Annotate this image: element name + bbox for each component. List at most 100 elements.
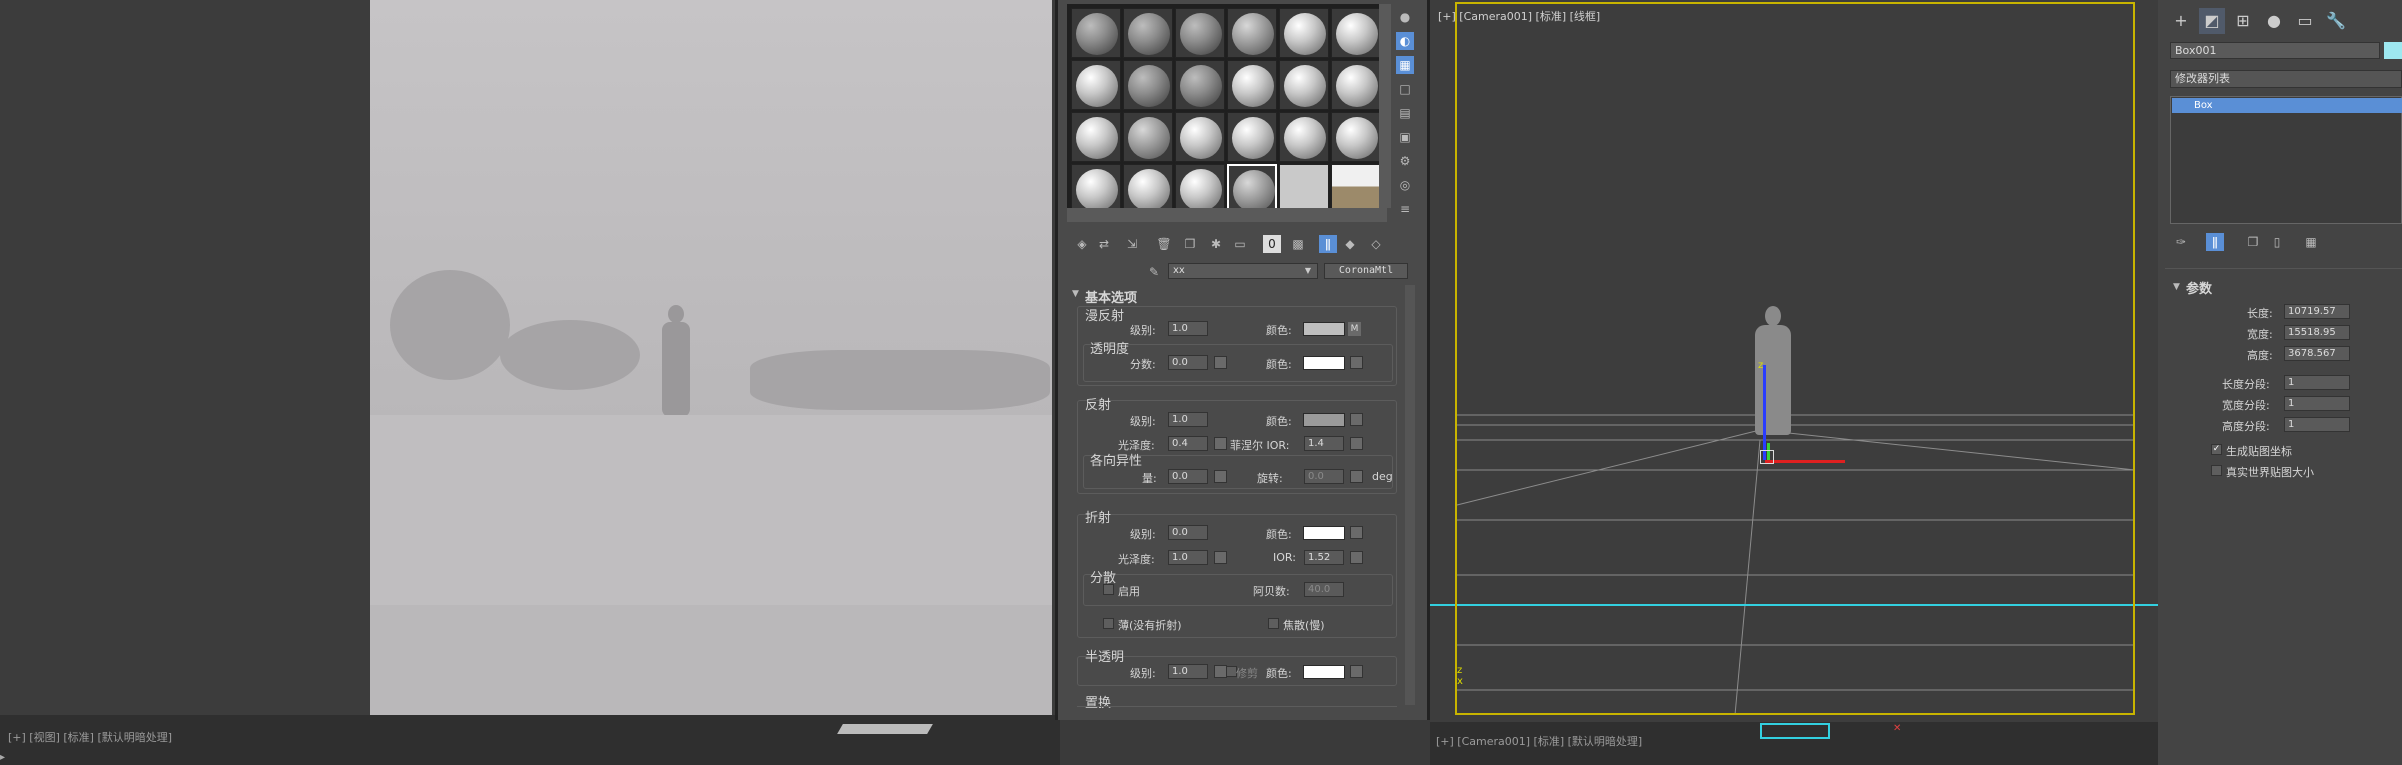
- get-material-icon[interactable]: ◈: [1073, 235, 1091, 253]
- height-spinner[interactable]: 3678.567: [2284, 346, 2350, 361]
- put-to-library-icon[interactable]: ▭: [1231, 235, 1249, 253]
- sample-slot[interactable]: [1331, 8, 1381, 58]
- material-type-button[interactable]: CoronaMtl: [1324, 263, 1408, 279]
- mini-viewport-thumb[interactable]: [1760, 723, 1830, 739]
- sample-slot[interactable]: [1227, 112, 1277, 162]
- refl-level-spinner[interactable]: 1.0: [1168, 412, 1208, 427]
- enable-dispersion-checkbox[interactable]: [1103, 584, 1114, 595]
- sample-slot[interactable]: [1227, 8, 1277, 58]
- create-tab-icon[interactable]: +: [2168, 8, 2194, 34]
- slot-scrollbar-v[interactable]: [1379, 4, 1391, 208]
- sample-slot[interactable]: [1175, 8, 1225, 58]
- sample-slot[interactable]: [1175, 60, 1225, 110]
- refr-color-swatch[interactable]: [1303, 526, 1345, 540]
- make-unique-icon[interactable]: ✱: [1207, 235, 1225, 253]
- make-preview-icon[interactable]: ▣: [1396, 128, 1414, 146]
- material-navigator-icon[interactable]: ≡: [1396, 200, 1414, 218]
- stack-item-box[interactable]: Box: [2172, 98, 2402, 113]
- show-shaded-icon[interactable]: ▩: [1289, 235, 1307, 253]
- pin-stack-icon[interactable]: ✑: [2172, 233, 2190, 251]
- refr-level-spinner[interactable]: 0.0: [1168, 525, 1208, 540]
- abbe-spinner[interactable]: 40.0: [1304, 582, 1344, 597]
- sample-slot[interactable]: [1123, 112, 1173, 162]
- diffuse-color-swatch[interactable]: [1303, 322, 1345, 336]
- background-icon[interactable]: ▦: [1396, 56, 1414, 74]
- object-name-field[interactable]: Box001: [2170, 42, 2380, 59]
- gen-map-coords-checkbox[interactable]: ✓: [2211, 444, 2222, 455]
- collapse-arrow-icon[interactable]: ▼: [1072, 289, 1079, 299]
- sample-slot[interactable]: [1279, 60, 1329, 110]
- viewport-label[interactable]: [+] [Camera001] [标准] [线框]: [1438, 8, 1600, 24]
- sample-slot[interactable]: [1123, 164, 1173, 214]
- motion-tab-icon[interactable]: ●: [2261, 8, 2287, 34]
- thin-checkbox[interactable]: [1103, 618, 1114, 629]
- refl-color-swatch[interactable]: [1303, 413, 1345, 427]
- aniso-amount-spinner[interactable]: 0.0: [1168, 469, 1208, 484]
- modify-tab-icon[interactable]: ◩: [2199, 8, 2225, 34]
- sample-slot[interactable]: [1331, 60, 1381, 110]
- refr-gloss-spinner[interactable]: 1.0: [1168, 550, 1208, 565]
- aniso-rotation-spinner[interactable]: 0.0: [1304, 469, 1344, 484]
- transl-level-spinner[interactable]: 1.0: [1168, 664, 1208, 679]
- sample-slot[interactable]: [1123, 60, 1173, 110]
- sample-slot-selected[interactable]: [1227, 164, 1277, 214]
- diffuse-level-spinner[interactable]: 1.0: [1168, 321, 1208, 336]
- slot-scrollbar-h[interactable]: [1067, 208, 1387, 222]
- fresnel-spinner[interactable]: 1.4: [1304, 436, 1344, 451]
- object-color-swatch[interactable]: [2384, 42, 2402, 59]
- chevron-down-icon[interactable]: ▼: [1300, 263, 1316, 279]
- make-unique-icon[interactable]: ❐: [2244, 233, 2262, 251]
- refl-color-map-button[interactable]: [1350, 413, 1363, 426]
- put-to-scene-icon[interactable]: ⇄: [1095, 235, 1113, 253]
- assign-material-icon[interactable]: ⇲: [1123, 235, 1141, 253]
- gizmo-z-axis[interactable]: [1763, 365, 1766, 460]
- aniso-amount-map-button[interactable]: [1214, 470, 1227, 483]
- utilities-tab-icon[interactable]: 🔧: [2323, 8, 2349, 34]
- length-spinner[interactable]: 10719.57: [2284, 304, 2350, 319]
- backlight-icon[interactable]: ◐: [1396, 32, 1414, 50]
- video-color-icon[interactable]: ▤: [1396, 104, 1414, 122]
- refl-gloss-spinner[interactable]: 0.4: [1168, 436, 1208, 451]
- sample-slot[interactable]: [1279, 112, 1329, 162]
- copy-material-icon[interactable]: ❐: [1181, 235, 1199, 253]
- diffuse-map-button[interactable]: M: [1348, 322, 1361, 336]
- sample-slot[interactable]: [1123, 8, 1173, 58]
- reset-map-icon[interactable]: 🗑: [1155, 235, 1173, 253]
- rollout-scrollbar[interactable]: [1405, 285, 1415, 705]
- sample-slot[interactable]: [1175, 112, 1225, 162]
- gizmo-x-axis[interactable]: [1765, 460, 1845, 463]
- sample-slot[interactable]: [1071, 164, 1121, 214]
- go-sibling-icon[interactable]: ◇: [1367, 235, 1385, 253]
- expand-arrow-icon[interactable]: ▸: [0, 752, 12, 765]
- rollout-title[interactable]: 基本选项: [1085, 287, 1137, 306]
- sample-slot[interactable]: [1071, 112, 1121, 162]
- sample-slot[interactable]: [1175, 164, 1225, 214]
- fresnel-map-button[interactable]: [1350, 437, 1363, 450]
- ior-map-button[interactable]: [1350, 551, 1363, 564]
- sample-slot-texture[interactable]: [1331, 164, 1381, 214]
- sample-type-icon[interactable]: ●: [1396, 8, 1414, 26]
- height-segs-spinner[interactable]: 1: [2284, 417, 2350, 432]
- refr-gloss-map-button[interactable]: [1214, 551, 1227, 564]
- refl-gloss-map-button[interactable]: [1214, 437, 1227, 450]
- collapse-arrow-icon[interactable]: ▼: [2173, 282, 2180, 292]
- transl-color-map-button[interactable]: [1350, 665, 1363, 678]
- display-tab-icon[interactable]: ▭: [2292, 8, 2318, 34]
- sample-slot[interactable]: [1071, 8, 1121, 58]
- sample-slot[interactable]: [1071, 60, 1121, 110]
- pick-material-icon[interactable]: ✎: [1145, 263, 1163, 281]
- fraction-spinner[interactable]: 0.0: [1168, 355, 1208, 370]
- color2-swatch[interactable]: [1303, 356, 1345, 370]
- hierarchy-tab-icon[interactable]: ⊞: [2230, 8, 2256, 34]
- aniso-rotation-map-button[interactable]: [1350, 470, 1363, 483]
- sample-slot[interactable]: [1227, 60, 1277, 110]
- sample-slot[interactable]: [1331, 112, 1381, 162]
- length-segs-spinner[interactable]: 1: [2284, 375, 2350, 390]
- show-end-result-icon[interactable]: ǁ: [2206, 233, 2224, 251]
- width-spinner[interactable]: 15518.95: [2284, 325, 2350, 340]
- refr-color-map-button[interactable]: [1350, 526, 1363, 539]
- material-id-icon[interactable]: 0: [1263, 235, 1281, 253]
- real-world-checkbox[interactable]: [2211, 465, 2222, 476]
- configure-sets-icon[interactable]: ▦: [2302, 233, 2320, 251]
- show-end-result-icon[interactable]: ǁ: [1319, 235, 1337, 253]
